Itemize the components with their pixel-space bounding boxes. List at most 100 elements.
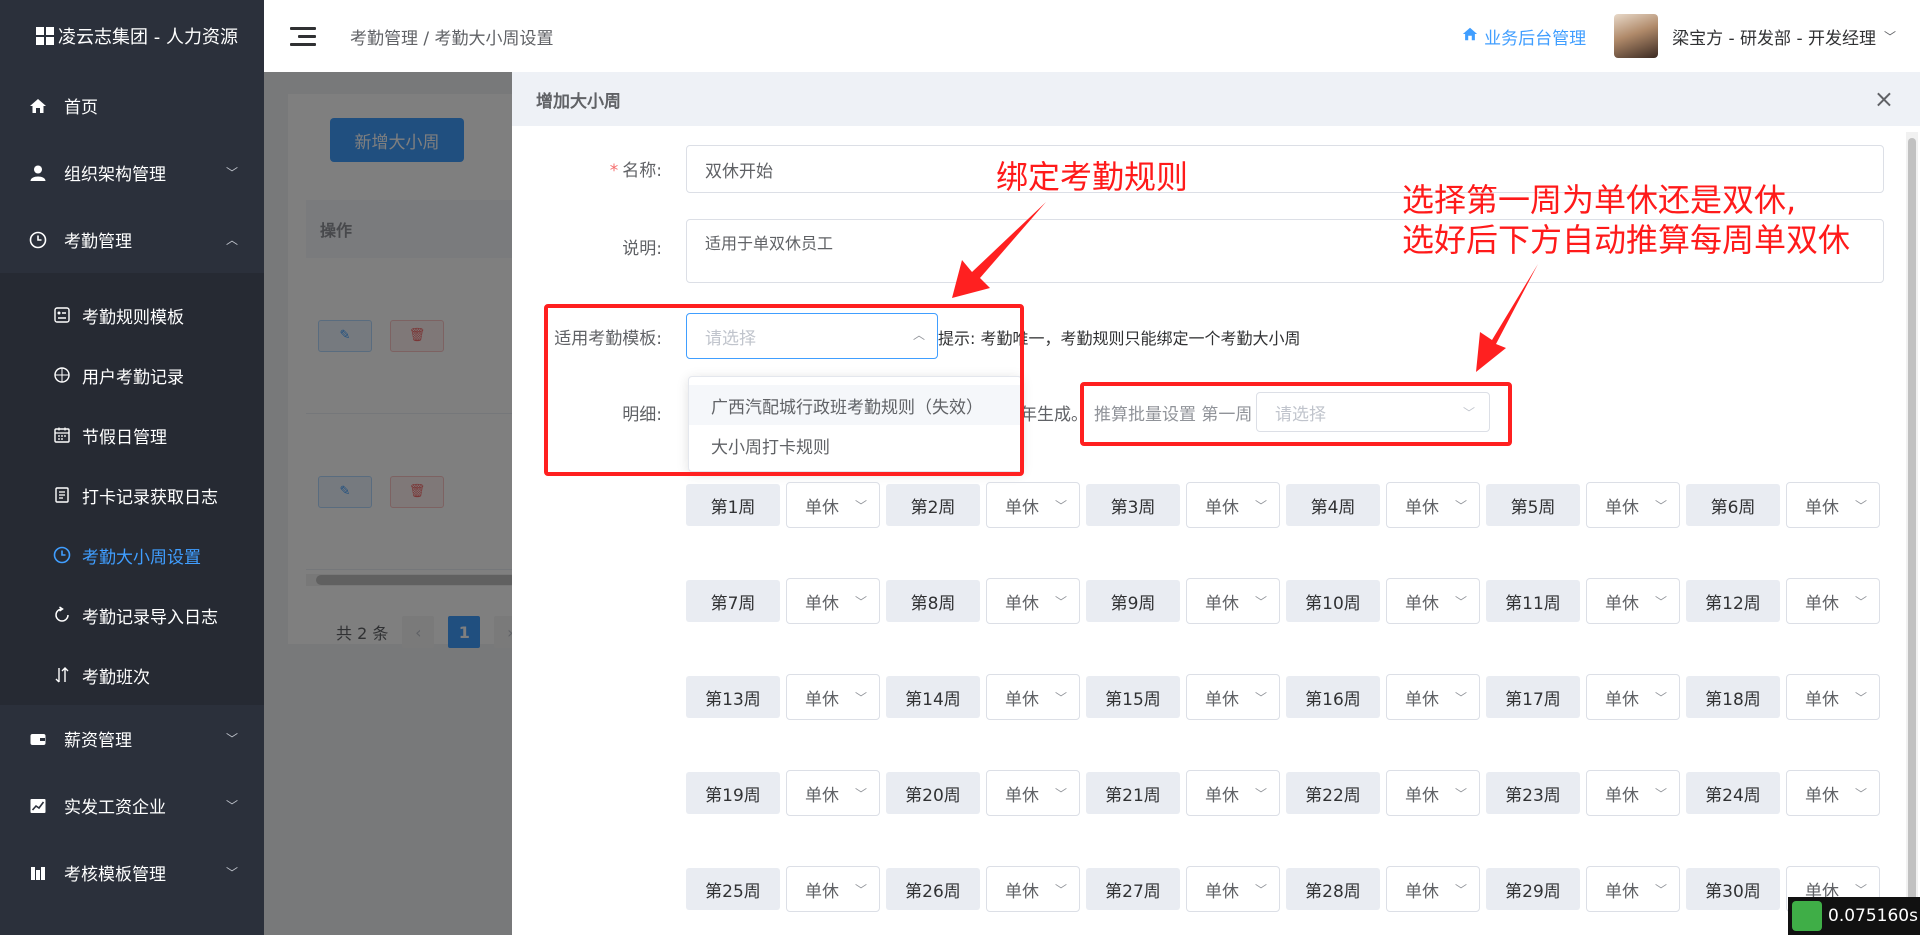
week-rest-select[interactable]: 单休 ﹀ (786, 770, 880, 816)
brand-title: 凌云志集团 - 人力资源 (58, 27, 238, 48)
chevron-down-icon: ﹀ (1054, 690, 1067, 705)
week-rest-value: 单休 (805, 593, 839, 614)
week-rest-value: 单休 (1805, 785, 1839, 806)
week-rest-value: 单休 (1605, 689, 1639, 710)
clock-icon (28, 230, 48, 250)
sidebar-item-user-records[interactable]: 用户考勤记录 (0, 345, 264, 405)
attendance-submenu: 考勤规则模板 用户考勤记录 节假日管理 打卡记录获取日志 考勤大小周设置 考勤记… (0, 273, 264, 705)
week-rest-select[interactable]: 单休 ﹀ (1786, 770, 1880, 816)
week-rest-select[interactable]: 单休 ﹀ (786, 578, 880, 624)
week-rest-value: 单休 (1805, 497, 1839, 518)
week-rest-select[interactable]: 单休 ﹀ (1586, 482, 1680, 528)
chevron-down-icon[interactable]: ﹀ (1884, 28, 1896, 45)
sidebar-item-holidays[interactable]: 节假日管理 (0, 405, 264, 465)
sidebar-item-payroll[interactable]: 实发工资企业 ﹀ (0, 772, 264, 839)
chevron-down-icon: ﹀ (854, 594, 867, 609)
menu-toggle-icon[interactable] (290, 26, 316, 46)
sidebar-item-week-settings[interactable]: 考勤大小周设置 (0, 525, 264, 585)
week-row: 第19周 单休 ﹀ 第20周 单休 ﹀ 第21周 单休 ﹀ 第22周 单休 ﹀ 第23周 单休 ﹀ 第24周单… (686, 770, 1886, 818)
chevron-down-icon: ﹀ (854, 690, 867, 705)
chevron-down-icon: ﹀ (1054, 882, 1067, 897)
sidebar-item-rule-template[interactable]: 考勤规则模板 (0, 285, 264, 345)
week-rest-select[interactable]: 单休 ﹀ (1386, 674, 1480, 720)
sidebar-item-label: 考勤记录导入日志 (82, 607, 218, 628)
week-tag: 第12周 (1686, 580, 1780, 622)
week-rest-select[interactable]: 单休 ﹀ (1386, 578, 1480, 624)
week-rest-select[interactable]: 单休 ﹀ (1786, 674, 1880, 720)
week-tag: 第14周 (886, 676, 980, 718)
user-name[interactable]: 梁宝方 - 研发部 - 开发经理 (1672, 24, 1876, 49)
brand[interactable]: 凌云志集团 - 人力资源 (0, 0, 264, 72)
week-tag: 第30周 (1686, 868, 1780, 910)
week-rest-select[interactable]: 单休 ﹀ (1586, 866, 1680, 912)
week-rest-select[interactable]: 单休 ﹀ (986, 482, 1080, 528)
week-rest-value: 单休 (1405, 785, 1439, 806)
week-rest-select[interactable]: 单休 ﹀ (1186, 770, 1280, 816)
week-rest-select[interactable]: 单休 ﹀ (1786, 482, 1880, 528)
chevron-down-icon: ﹀ (1654, 786, 1667, 801)
biz-admin-link[interactable]: 业务后台管理 (1462, 24, 1586, 49)
chevron-up-icon: ︿ (225, 233, 238, 247)
sidebar-item-org[interactable]: 组织架构管理 ﹀ (0, 139, 264, 206)
template-icon (52, 305, 72, 325)
sidebar-item-attendance[interactable]: 考勤管理 ︿ (0, 206, 264, 273)
week-rest-select[interactable]: 单休 ﹀ (986, 674, 1080, 720)
week-tag: 第16周 (1286, 676, 1380, 718)
week-rest-value: 单休 (1005, 593, 1039, 614)
week-rest-select[interactable]: 单休 ﹀ (1386, 482, 1480, 528)
week-rest-select[interactable]: 单休 ﹀ (786, 482, 880, 528)
vertical-scrollbar[interactable] (1906, 132, 1918, 932)
avatar[interactable] (1614, 14, 1659, 58)
sidebar-item-shifts[interactable]: 考勤班次 (0, 645, 264, 705)
chevron-down-icon: ﹀ (1254, 882, 1267, 897)
home-icon (1462, 26, 1478, 47)
week-rest-select[interactable]: 单休 ﹀ (1186, 578, 1280, 624)
week-rest-value: 单休 (1405, 497, 1439, 518)
week-rest-select[interactable]: 单休 ﹀ (986, 770, 1080, 816)
refresh-icon (52, 605, 72, 625)
week-rest-select[interactable]: 单休 ﹀ (986, 578, 1080, 624)
week-rest-select[interactable]: 单休 ﹀ (1586, 770, 1680, 816)
week-rest-select[interactable]: 单休 ﹀ (1386, 866, 1480, 912)
chevron-down-icon: ﹀ (1854, 690, 1867, 705)
week-rest-select[interactable]: 单休 ﹀ (1786, 578, 1880, 624)
sidebar-item-home[interactable]: 首页 (0, 72, 264, 139)
chevron-down-icon: ﹀ (1454, 498, 1467, 513)
week-rest-select[interactable]: 单休 ﹀ (1586, 578, 1680, 624)
user-icon (28, 163, 48, 183)
week-row: 第7周 单休 ﹀ 第8周 单休 ﹀ 第9周 单休 ﹀ 第10周 单休 ﹀ 第11周 单休 ﹀ 第12周 单休 ﹀ (686, 578, 1886, 626)
chevron-down-icon: ﹀ (1254, 786, 1267, 801)
close-icon[interactable]: × (1874, 85, 1894, 113)
chevron-down-icon: ﹀ (225, 866, 238, 880)
annotation-bind-rule: 绑定考勤规则 (996, 158, 1189, 196)
week-rest-value: 单休 (805, 881, 839, 902)
sidebar-item-label: 考勤大小周设置 (82, 547, 201, 568)
week-tag: 第2周 (886, 484, 980, 526)
chevron-down-icon: ﹀ (1454, 786, 1467, 801)
breadcrumb: 考勤管理 / 考勤大小周设置 (350, 28, 554, 49)
week-tag: 第19周 (686, 772, 780, 814)
week-tag: 第4周 (1286, 484, 1380, 526)
sidebar-item-import-log[interactable]: 考勤记录导入日志 (0, 585, 264, 645)
sidebar-item-label: 首页 (64, 98, 98, 118)
week-rest-value: 单休 (1405, 881, 1439, 902)
week-rest-select[interactable]: 单休 ﹀ (786, 674, 880, 720)
week-rest-select[interactable]: 单休 ﹀ (1186, 674, 1280, 720)
week-rest-select[interactable]: 单休 ﹀ (1586, 674, 1680, 720)
week-tag: 第7周 (686, 580, 780, 622)
week-rest-select[interactable]: 单休 ﹀ (786, 866, 880, 912)
chevron-down-icon: ﹀ (1654, 882, 1667, 897)
week-rest-select[interactable]: 单休 ﹀ (1186, 866, 1280, 912)
sidebar-item-punch-log[interactable]: 打卡记录获取日志 (0, 465, 264, 525)
week-rest-select[interactable]: 单休 ﹀ (1386, 770, 1480, 816)
sidebar-item-assessment[interactable]: 考核模板管理 ﹀ (0, 839, 264, 906)
chevron-down-icon: ﹀ (854, 498, 867, 513)
sidebar-item-salary[interactable]: 薪资管理 ﹀ (0, 705, 264, 772)
grid-logo-icon (36, 27, 54, 45)
chart-icon (28, 796, 48, 816)
sidebar-nav: 首页 组织架构管理 ﹀ 考勤管理 ︿ 考勤规则模板 用户考勤记录 节假日管理 打… (0, 72, 264, 906)
week-rest-value: 单休 (1005, 881, 1039, 902)
sidebar-item-label: 节假日管理 (82, 427, 167, 448)
week-rest-select[interactable]: 单休 ﹀ (986, 866, 1080, 912)
week-rest-select[interactable]: 单休 ﹀ (1186, 482, 1280, 528)
